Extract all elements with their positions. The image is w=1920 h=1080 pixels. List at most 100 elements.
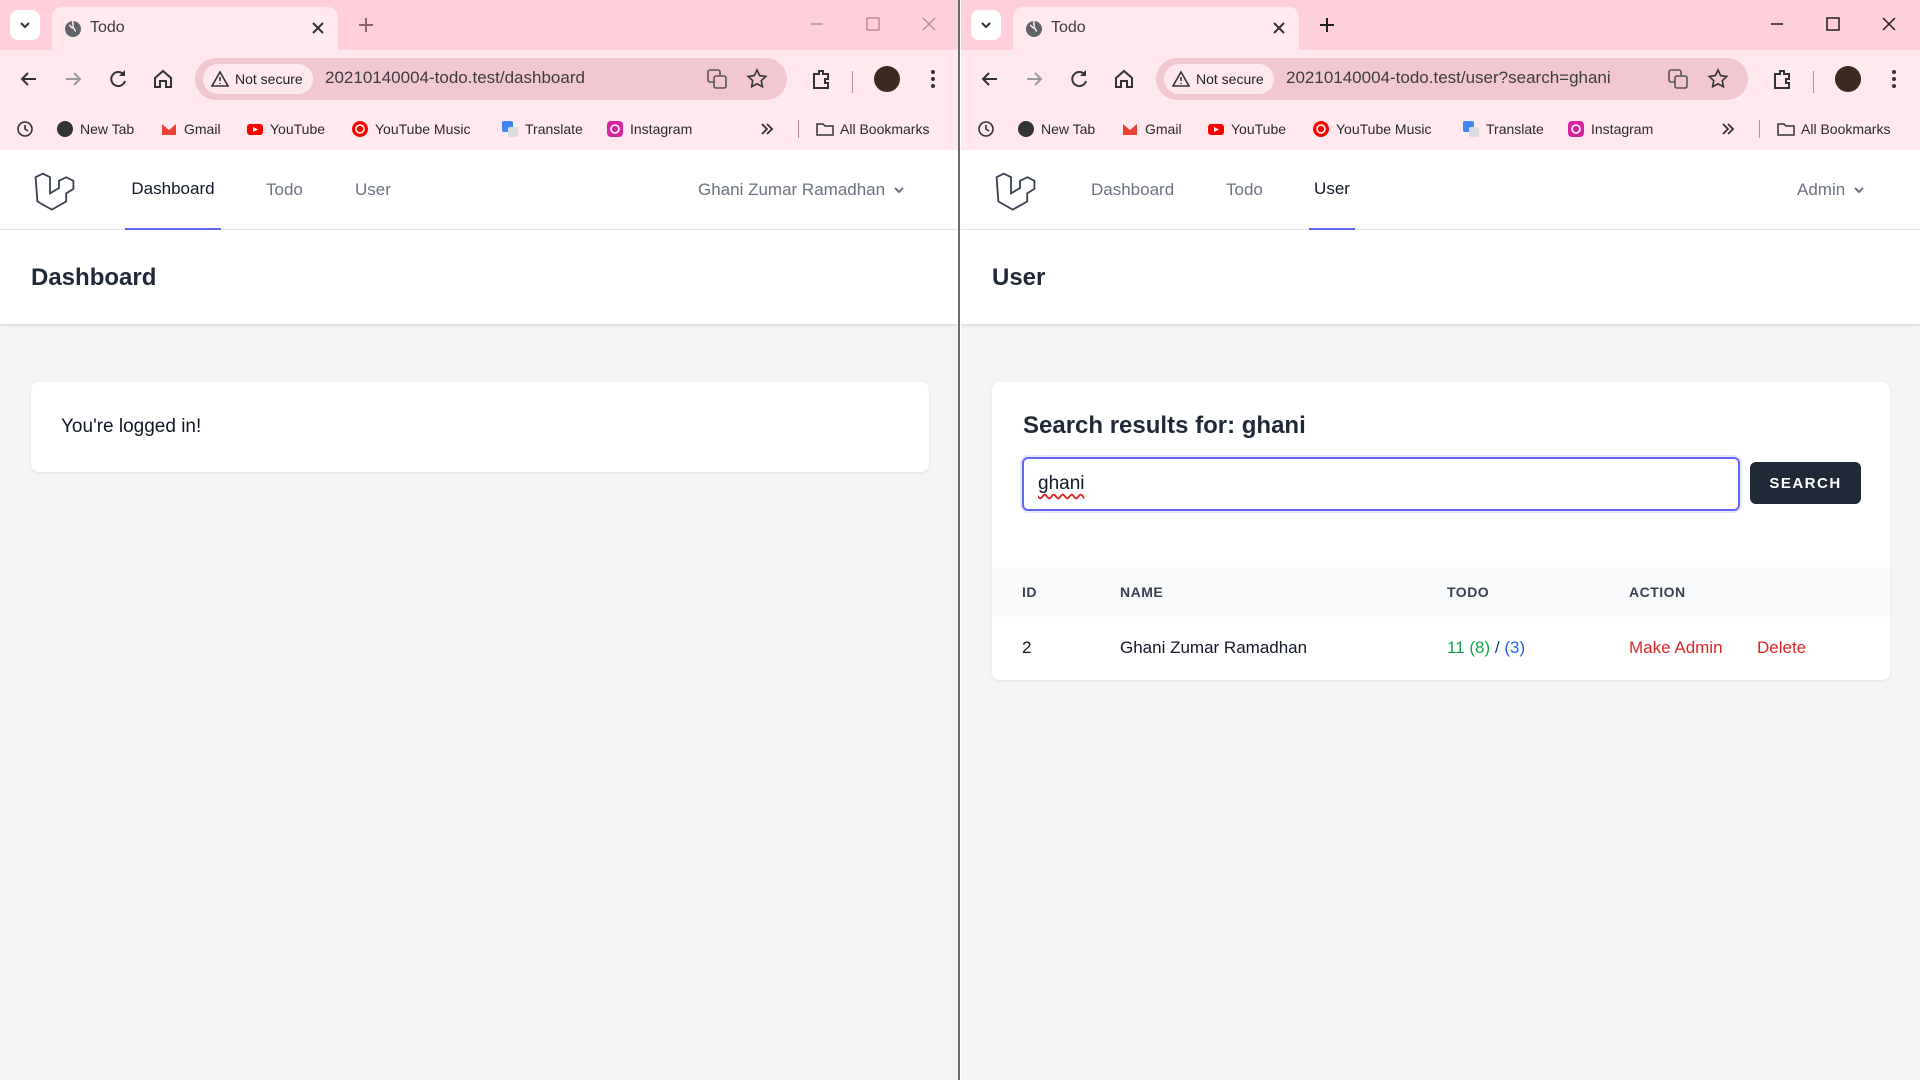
user-name: Ghani Zumar Ramadhan	[698, 180, 886, 199]
bookmark-youtube[interactable]: YouTube	[246, 118, 325, 140]
nav-user[interactable]: User	[1309, 150, 1355, 230]
nav-dashboard[interactable]: Dashboard	[125, 150, 221, 230]
reload-icon[interactable]	[1066, 66, 1092, 92]
bookmark-gmail[interactable]: Gmail	[160, 118, 221, 140]
address-bar[interactable]: Not secure 20210140004-todo.test/dashboa…	[195, 58, 787, 100]
kebab-menu-icon[interactable]	[1881, 66, 1907, 92]
nav-todo[interactable]: Todo	[1226, 150, 1263, 230]
close-icon[interactable]	[1269, 18, 1289, 38]
kebab-menu-icon[interactable]	[920, 66, 946, 92]
chevron-down-icon	[20, 22, 30, 29]
bookmark-translate[interactable]: Translate	[501, 118, 583, 140]
delete-button[interactable]: Delete	[1757, 638, 1806, 658]
translate-icon[interactable]	[1666, 67, 1690, 91]
address-bar[interactable]: Not secure 20210140004-todo.test/user?se…	[1156, 58, 1748, 100]
star-icon[interactable]	[1706, 67, 1730, 91]
history-icon[interactable]	[16, 118, 34, 140]
youtube-icon	[1208, 124, 1224, 135]
security-chip[interactable]: Not secure	[203, 64, 313, 94]
back-arrow-icon[interactable]	[977, 66, 1003, 92]
folder-icon	[816, 123, 834, 136]
avatar[interactable]	[874, 66, 900, 92]
tab-search-button[interactable]	[971, 10, 1001, 40]
youtube-icon	[247, 124, 263, 135]
column-header-todo: TODO	[1447, 584, 1490, 600]
page-header: Dashboard	[0, 230, 958, 324]
todo-total: 11	[1447, 638, 1465, 657]
chevron-down-icon	[1854, 187, 1864, 194]
tab-strip: Todo	[961, 0, 1920, 50]
history-icon[interactable]	[977, 118, 995, 140]
back-arrow-icon[interactable]	[16, 66, 42, 92]
all-bookmarks[interactable]: All Bookmarks	[1777, 118, 1890, 140]
todo-done: (8)	[1469, 638, 1491, 657]
user-dropdown[interactable]: Admin	[1797, 180, 1865, 200]
url-text[interactable]: 20210140004-todo.test/user?search=ghani	[1286, 68, 1611, 88]
bookmark-youtube-music[interactable]: YouTube Music	[1312, 118, 1431, 140]
search-input[interactable]: ghani	[1022, 457, 1740, 511]
reload-icon[interactable]	[105, 66, 131, 92]
plus-icon[interactable]	[1315, 13, 1339, 37]
laravel-logo-icon[interactable]	[993, 170, 1037, 214]
minimize-icon[interactable]	[1766, 13, 1788, 35]
close-icon[interactable]	[308, 18, 328, 38]
window-close-icon[interactable]	[918, 13, 940, 35]
chevron-double-right-icon[interactable]	[1719, 118, 1737, 140]
google-translate-icon	[1463, 121, 1479, 137]
all-bookmarks[interactable]: All Bookmarks	[816, 118, 929, 140]
url-text[interactable]: 20210140004-todo.test/dashboard	[325, 68, 585, 88]
avatar[interactable]	[1835, 66, 1861, 92]
page-content: Dashboard Todo User Admin User Search re…	[961, 150, 1920, 1080]
user-dropdown[interactable]: Ghani Zumar Ramadhan	[698, 180, 905, 200]
nav-todo[interactable]: Todo	[266, 150, 303, 230]
page-title: User	[992, 264, 1046, 291]
toolbar: Not secure 20210140004-todo.test/dashboa…	[0, 50, 958, 108]
bookmark-gmail[interactable]: Gmail	[1121, 118, 1182, 140]
home-icon[interactable]	[150, 66, 176, 92]
security-chip[interactable]: Not secure	[1164, 64, 1274, 94]
chevron-down-icon	[894, 187, 904, 194]
forward-arrow-icon[interactable]	[60, 66, 86, 92]
maximize-icon[interactable]	[862, 13, 884, 35]
toolbar-divider	[1813, 71, 1814, 93]
nav-user[interactable]: User	[355, 150, 391, 230]
extensions-icon[interactable]	[808, 66, 834, 92]
tab-search-button[interactable]	[10, 10, 40, 40]
translate-icon[interactable]	[705, 67, 729, 91]
minimize-icon[interactable]	[806, 13, 828, 35]
gmail-icon	[162, 124, 176, 135]
bookmark-new-tab[interactable]: New Tab	[56, 118, 134, 140]
navbar: Dashboard Todo User Admin	[961, 150, 1920, 230]
globe-icon	[65, 20, 81, 37]
window-close-icon[interactable]	[1878, 13, 1900, 35]
page-content: Dashboard Todo User Ghani Zumar Ramadhan…	[0, 150, 958, 1080]
youtube-music-icon	[352, 121, 368, 137]
chevron-double-right-icon[interactable]	[758, 118, 776, 140]
make-admin-button[interactable]: Make Admin	[1629, 638, 1723, 658]
todo-separator: /	[1494, 638, 1500, 657]
nav-dashboard[interactable]: Dashboard	[1091, 150, 1174, 230]
column-header-action: ACTION	[1629, 584, 1686, 600]
bookmarks-bar: New Tab Gmail YouTube YouTube Music Tran…	[0, 108, 958, 150]
bookmark-new-tab[interactable]: New Tab	[1017, 118, 1095, 140]
laravel-logo-icon[interactable]	[32, 170, 76, 214]
user-search-card: Search results for: ghani ghani SEARCH I…	[992, 382, 1890, 680]
home-icon[interactable]	[1111, 66, 1137, 92]
bookmark-youtube[interactable]: YouTube	[1207, 118, 1286, 140]
forward-arrow-icon[interactable]	[1021, 66, 1047, 92]
tab-todo[interactable]: Todo	[1013, 7, 1299, 50]
cell-name: Ghani Zumar Ramadhan	[1120, 638, 1308, 657]
bookmarks-bar: New Tab Gmail YouTube YouTube Music Tran…	[961, 108, 1920, 150]
tab-todo[interactable]: Todo	[52, 7, 338, 50]
star-icon[interactable]	[745, 67, 769, 91]
bookmark-translate[interactable]: Translate	[1462, 118, 1544, 140]
bookmark-instagram[interactable]: Instagram	[1567, 118, 1653, 140]
plus-icon[interactable]	[354, 13, 378, 37]
browser-window-left: Todo Not secure 20210140004-todo.test/da…	[0, 0, 960, 1080]
maximize-icon[interactable]	[1822, 13, 1844, 35]
extensions-icon[interactable]	[1769, 66, 1795, 92]
logged-in-message: You're logged in!	[61, 416, 202, 437]
bookmark-instagram[interactable]: Instagram	[606, 118, 692, 140]
bookmark-youtube-music[interactable]: YouTube Music	[351, 118, 470, 140]
search-button[interactable]: SEARCH	[1750, 462, 1861, 504]
